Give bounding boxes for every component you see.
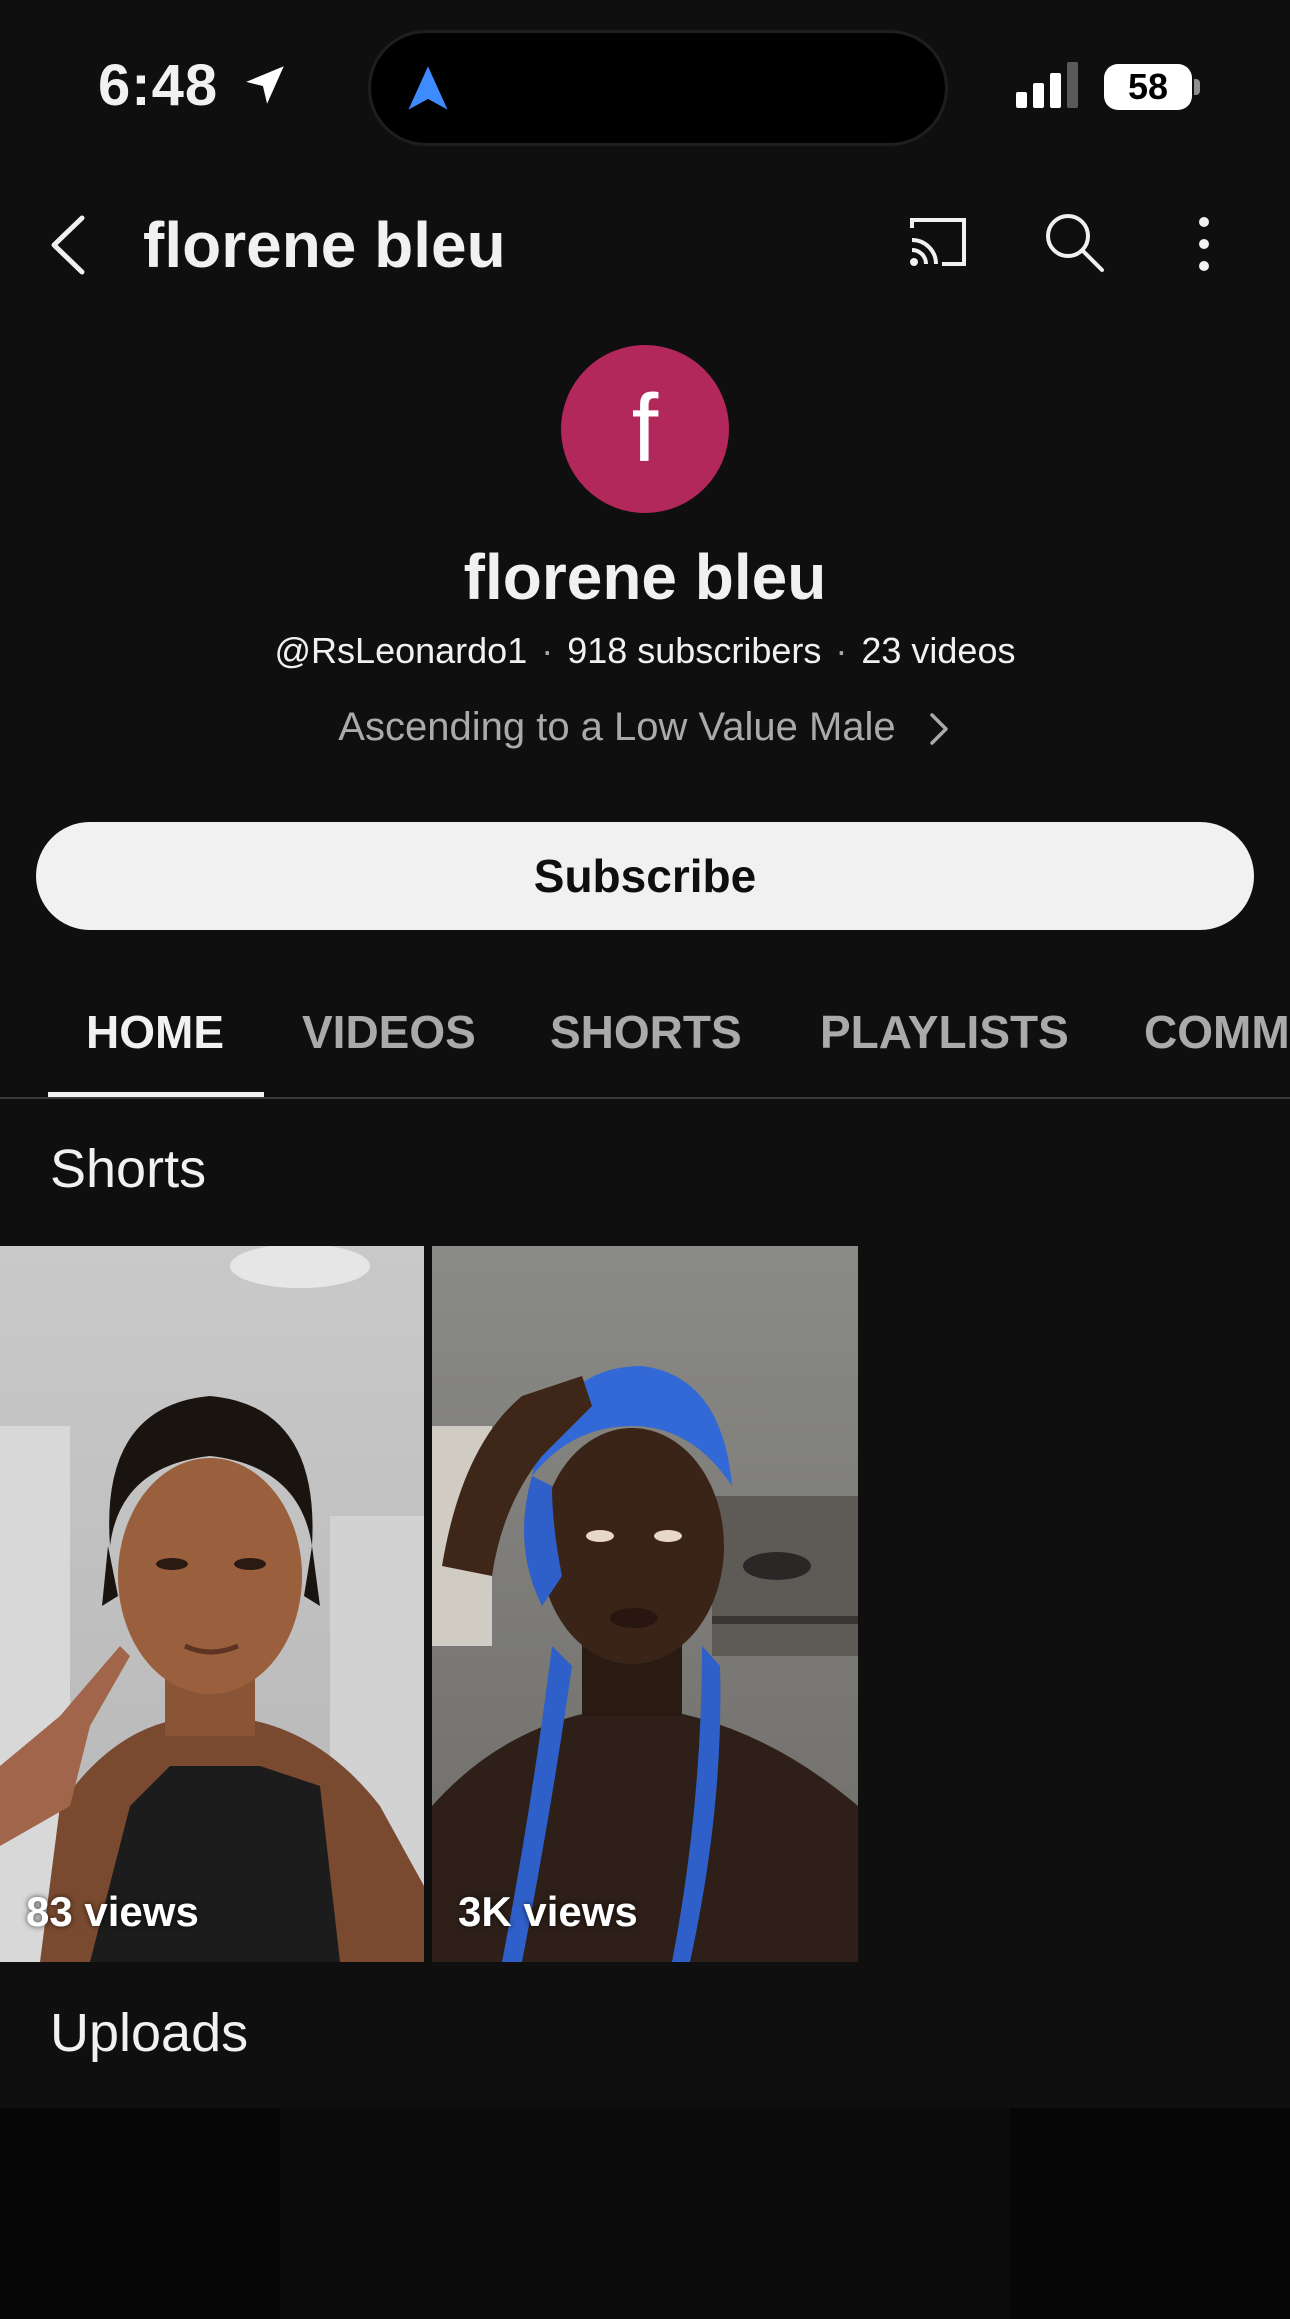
dynamic-island <box>368 30 948 146</box>
tagline-text: Ascending to a Low Value Male <box>338 705 896 749</box>
channel-tagline[interactable]: Ascending to a Low Value Male <box>0 705 1290 750</box>
short-thumbnail[interactable]: 3K views <box>432 1246 858 1962</box>
app-bar-title: florene bleu <box>143 209 506 281</box>
status-time: 6:48 <box>98 53 219 118</box>
shorts-section-title: Shorts <box>50 1139 207 1199</box>
tab-community[interactable]: COMMUNITY <box>1144 1005 1290 1059</box>
subscriber-count: 918 subscribers <box>567 630 822 671</box>
battery-icon: 58 <box>1104 64 1192 110</box>
cast-icon[interactable] <box>906 214 970 270</box>
status-bar: 6:48 58 <box>0 0 1290 170</box>
battery-nub <box>1194 79 1200 95</box>
back-icon[interactable] <box>44 212 94 278</box>
short-views: 83 views <box>26 1888 199 1935</box>
avatar: f <box>561 345 729 513</box>
app-bar: florene bleu <box>0 190 1290 300</box>
signal-icon <box>1016 62 1078 108</box>
channel-name: florene bleu <box>463 541 827 613</box>
chevron-right-icon <box>929 713 948 746</box>
active-tab-indicator <box>48 1092 264 1097</box>
more-icon[interactable] <box>1192 214 1216 274</box>
subscribe-button[interactable]: Subscribe <box>36 822 1254 930</box>
channel-handle: @RsLeonardo1 <box>274 630 528 671</box>
navigation-arrow-icon <box>408 66 448 110</box>
video-count: 23 videos <box>861 630 1016 671</box>
channel-tabs: HOME VIDEOS SHORTS PLAYLISTS COMMUNITY <box>0 975 1290 1099</box>
uploads-section-title: Uploads <box>50 2003 249 2063</box>
short-thumbnail[interactable]: 83 views <box>0 1246 424 1962</box>
short-thumbnail-image <box>432 1246 858 1962</box>
tab-playlists[interactable]: PLAYLISTS <box>820 1005 1069 1059</box>
tab-shorts[interactable]: SHORTS <box>550 1005 742 1059</box>
search-icon[interactable] <box>1042 210 1106 274</box>
separator-dot: · <box>835 630 848 671</box>
video-thumbnail[interactable] <box>280 2108 1010 2319</box>
tab-home[interactable]: HOME <box>86 1005 224 1059</box>
separator-dot: · <box>541 630 554 671</box>
short-thumbnail-image <box>0 1246 424 1962</box>
short-views: 3K views <box>458 1888 638 1935</box>
tab-videos[interactable]: VIDEOS <box>302 1005 476 1059</box>
channel-meta: @RsLeonardo1 · 918 subscribers · 23 videos <box>0 630 1290 672</box>
location-arrow-icon <box>246 66 284 104</box>
